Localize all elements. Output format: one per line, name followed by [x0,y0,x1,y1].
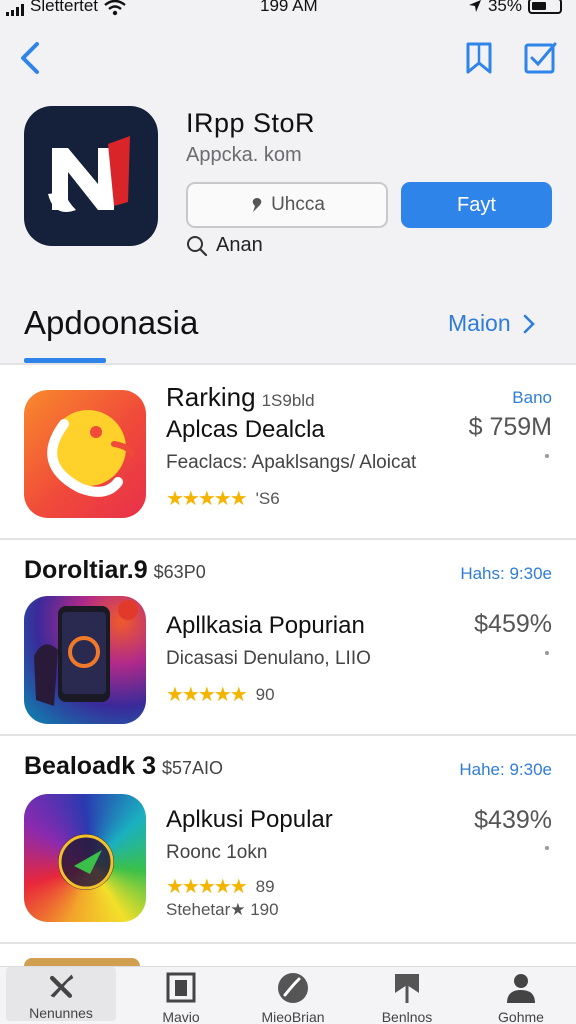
status-right: 35% [468,0,562,16]
group-meta: Hahs: 9:30e [460,564,552,583]
tab-label: Gohme [498,1009,544,1024]
app-rating: ★★★★★ 90 [166,682,275,707]
app-header: IRpp StoR Appcka. kom Uhcca Fayt Anan Ap… [0,18,576,363]
tools-icon [49,974,74,998]
group-code: $63P0 [153,562,206,582]
more-dot-icon [545,651,549,655]
app-title: IRpp StoR [186,108,316,138]
group-header: Doroltiar.9 $63P0 [24,556,206,585]
smile-logo-icon [47,410,135,497]
app-subtitle: Roonc 1okn [166,842,268,863]
app-price[interactable]: $439% [474,806,552,835]
divider [0,942,576,944]
featured-badge: Bano [512,388,552,407]
secondary-button[interactable]: Uhcca [186,182,388,228]
app-subtitle: Appcka. kom [186,144,302,166]
tab-arcade[interactable]: Benlnos [352,971,462,1024]
status-bar: Slettertet 199 AM 35% [0,0,576,18]
group-meta: Hahe: 9:30e [459,760,552,779]
tab-today[interactable]: Nenunnes [6,967,116,1021]
app-name[interactable]: Apllkasia Popurian [166,612,365,640]
more-dot-icon [545,846,549,850]
app-icon[interactable] [24,106,158,246]
battery-percent: 35% [487,0,522,15]
divider [0,538,576,540]
featured-price[interactable]: $ 759M [469,413,552,442]
sphere-icon [58,834,114,890]
app-price[interactable]: $459% [474,610,552,639]
carrier-group: Slettertet [6,0,126,16]
tab-label: Nenunnes [29,1005,93,1021]
carrier-label: Slettertet [30,0,99,15]
chevron-right-icon [523,314,535,333]
featured-app-name[interactable]: Aplcas Dealcla [166,416,325,444]
more-dot-icon [545,454,549,458]
group-code: $57AIO [162,758,224,778]
tab-label: Mavio [162,1009,200,1024]
featured-rating-count: 'S6 [255,488,280,508]
see-more-label: Maion [448,310,511,336]
app-icon-rainbow[interactable] [24,794,146,922]
featured-rating: ★★★★★ 'S6 [166,486,280,511]
tab-apps[interactable]: MieoBrian [238,971,348,1024]
location-icon [468,0,481,12]
tab-profile[interactable]: Gohme [466,971,576,1024]
app-rating: ★★★★★ 89 [166,874,275,899]
status-time: 199 AM [260,0,318,15]
window-icon [166,972,196,1003]
battery-icon [528,0,562,14]
app-rating-count: 89 [255,876,275,896]
search-label: Anan [216,234,263,256]
secondary-button-label: Uhcca [271,194,325,215]
section-title: Apdoonasia [24,304,199,341]
bookmark-icon[interactable] [462,40,496,76]
app-logo-icon [48,136,130,212]
app-subtitle: Dicasasi Denulano, LIIO [166,648,371,669]
featured-app-subtitle: Feaclacs: Apaklsangs/ Aloicat [166,452,417,473]
featured-ranking-code: 1S9bld [261,391,315,410]
back-icon[interactable] [16,40,46,76]
featured-ranking-title: Rarking 1S9bld [166,382,315,413]
search-icon [187,235,208,256]
heart-icon [252,198,262,212]
app-icon-phone[interactable] [24,596,146,724]
search-row[interactable]: Anan [186,234,263,257]
get-button[interactable]: Fayt [401,182,552,228]
tab-bar: Nenunnes Mavio MieoBrian Benlnos Gohme [0,966,576,1024]
tab-label: Benlnos [381,1009,433,1024]
phone-icon [34,600,138,706]
checkbox-icon[interactable] [522,40,558,76]
divider [0,734,576,736]
app-extra: Stehetar★ 190 [166,900,279,919]
group-title: Bealoadk 3 [24,752,157,780]
app-rating-count: 90 [255,684,275,704]
star-rating-icon: ★★★★★ [166,684,248,706]
group-header: Bealoadk 3 $57AIO [24,752,223,781]
star-rating-icon: ★★★★★ [166,488,248,510]
wifi-icon [104,0,126,16]
flag-icon [395,974,419,1003]
star-rating-icon: ★★★★★ [166,876,248,898]
group-title: Doroltiar.9 [24,556,148,584]
see-more-link[interactable]: Maion [448,310,535,337]
app-name[interactable]: Aplkusi Popular [166,806,333,834]
tab-label: MieoBrian [261,1009,325,1024]
moon-icon [278,973,308,1003]
divider [0,363,576,365]
person-icon [507,974,535,1003]
signal-icon [6,4,24,16]
featured-app-icon[interactable] [24,390,146,518]
tab-games[interactable]: Mavio [126,971,236,1024]
featured-ranking-label: Rarking [166,382,256,412]
